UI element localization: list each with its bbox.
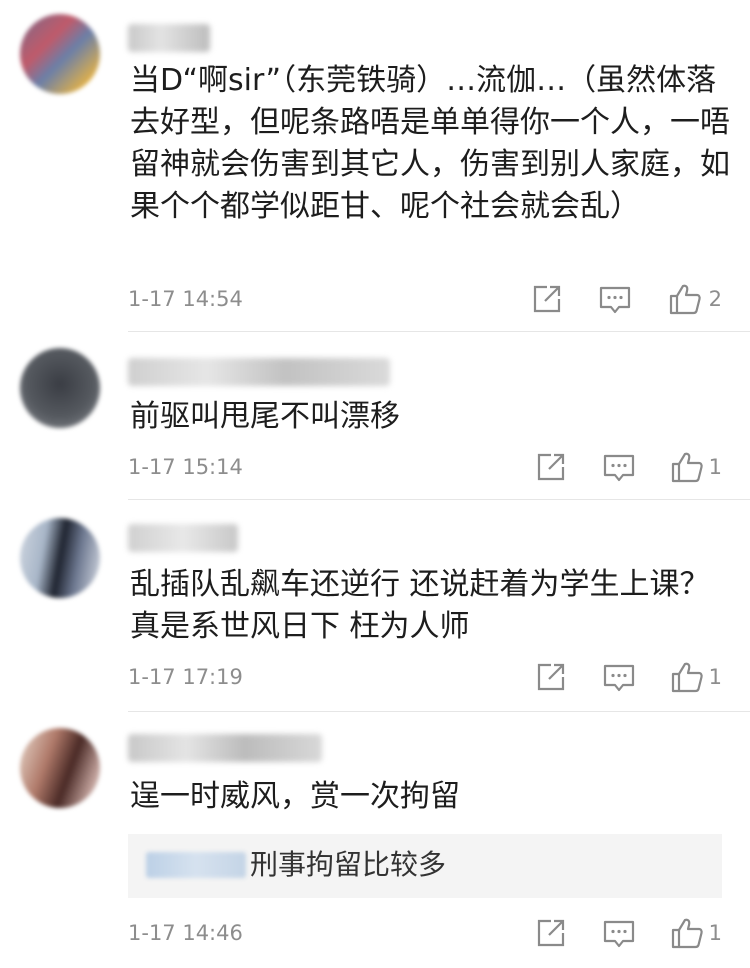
avatar[interactable] <box>20 348 100 428</box>
comment-icon[interactable] <box>602 450 636 484</box>
timestamp: 1-17 14:46 <box>128 921 243 945</box>
like-count: 1 <box>708 455 722 479</box>
comment-text: 乱插队乱飙车还逆行 还说赶着为学生上课？真是系世风日下 枉为人师 <box>130 567 710 644</box>
comment-text: 逞一时威风，赏一次拘留 <box>130 779 460 814</box>
thumbs-up-icon[interactable] <box>670 450 704 484</box>
share-icon[interactable] <box>534 450 568 484</box>
username-blurred[interactable] <box>128 24 210 52</box>
comment-item: 前驱叫甩尾不叫漂移 1-17 15:14 1 <box>0 332 750 500</box>
share-icon[interactable] <box>530 282 564 316</box>
comment-item: 乱插队乱飙车还逆行 还说赶着为学生上课？真是系世风日下 枉为人师 1-17 17… <box>0 500 750 712</box>
comment-meta: 1-17 14:46 1 <box>128 916 722 952</box>
like-count: 2 <box>708 287 722 311</box>
share-icon[interactable] <box>534 916 568 950</box>
comment-meta: 1-17 14:54 2 <box>128 282 722 318</box>
avatar[interactable] <box>20 728 100 808</box>
avatar[interactable] <box>20 14 100 94</box>
comment-icon[interactable] <box>598 282 632 316</box>
reply-text: 刑事拘留比较多 <box>250 848 447 881</box>
comment-icon[interactable] <box>602 660 636 694</box>
thumbs-up-icon[interactable] <box>670 660 704 694</box>
thumbs-up-icon[interactable] <box>668 282 702 316</box>
share-icon[interactable] <box>534 660 568 694</box>
reply-username-blurred[interactable] <box>146 852 246 878</box>
comment-meta: 1-17 15:14 1 <box>128 450 722 486</box>
comment-meta: 1-17 17:19 1 <box>128 660 722 696</box>
timestamp: 1-17 17:19 <box>128 665 243 689</box>
comment-text: 当D“啊sir”（东莞铁骑）…流伽…（虽然体落去好型，但呢条路唔是单单得你一个人… <box>130 63 730 224</box>
comment-item: 逞一时威风，赏一次拘留 刑事拘留比较多 1-17 14:46 1 <box>0 712 750 968</box>
reply-box[interactable]: 刑事拘留比较多 <box>128 834 722 898</box>
avatar[interactable] <box>20 518 100 598</box>
thumbs-up-icon[interactable] <box>670 916 704 950</box>
like-count: 1 <box>708 665 722 689</box>
timestamp: 1-17 14:54 <box>128 287 243 311</box>
username-blurred[interactable] <box>128 358 390 386</box>
comment-icon[interactable] <box>602 916 636 950</box>
comment-text: 前驱叫甩尾不叫漂移 <box>130 399 400 434</box>
timestamp: 1-17 15:14 <box>128 455 243 479</box>
like-count: 1 <box>708 921 722 945</box>
comment-item: 当D“啊sir”（东莞铁骑）…流伽…（虽然体落去好型，但呢条路唔是单单得你一个人… <box>0 0 750 332</box>
username-blurred[interactable] <box>128 734 322 762</box>
username-blurred[interactable] <box>128 524 238 552</box>
